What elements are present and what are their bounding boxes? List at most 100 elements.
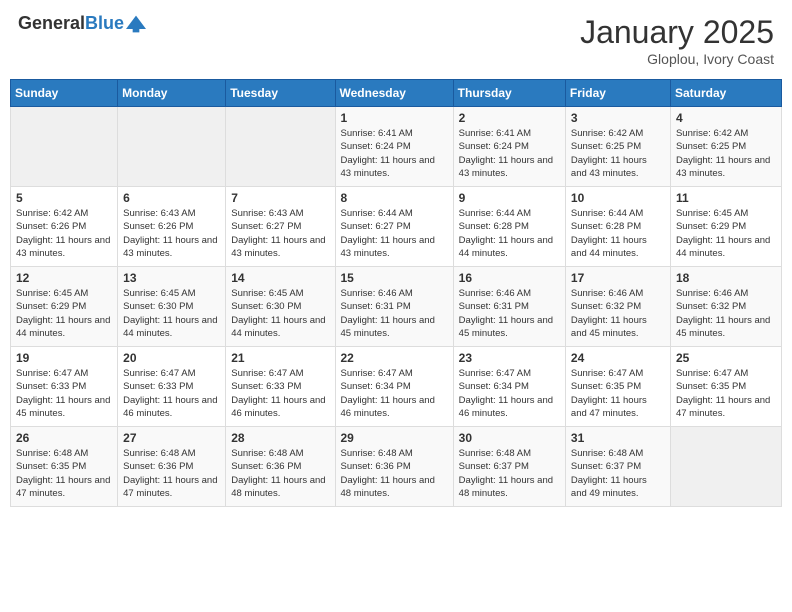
- day-info: Sunrise: 6:41 AMSunset: 6:24 PMDaylight:…: [341, 127, 448, 180]
- calendar-day-cell: 5 Sunrise: 6:42 AMSunset: 6:26 PMDayligh…: [11, 187, 118, 267]
- calendar-day-cell: 8 Sunrise: 6:44 AMSunset: 6:27 PMDayligh…: [335, 187, 453, 267]
- calendar-day-cell: 22 Sunrise: 6:47 AMSunset: 6:34 PMDaylig…: [335, 347, 453, 427]
- day-number: 3: [571, 111, 665, 125]
- calendar-day-cell: 28 Sunrise: 6:48 AMSunset: 6:36 PMDaylig…: [226, 427, 335, 507]
- day-info: Sunrise: 6:45 AMSunset: 6:30 PMDaylight:…: [123, 287, 220, 340]
- calendar-day-cell: 29 Sunrise: 6:48 AMSunset: 6:36 PMDaylig…: [335, 427, 453, 507]
- day-number: 7: [231, 191, 329, 205]
- calendar-day-cell: 30 Sunrise: 6:48 AMSunset: 6:37 PMDaylig…: [453, 427, 565, 507]
- day-number: 13: [123, 271, 220, 285]
- day-info: Sunrise: 6:47 AMSunset: 6:33 PMDaylight:…: [123, 367, 220, 420]
- day-number: 4: [676, 111, 776, 125]
- day-info: Sunrise: 6:47 AMSunset: 6:33 PMDaylight:…: [16, 367, 112, 420]
- day-info: Sunrise: 6:42 AMSunset: 6:25 PMDaylight:…: [676, 127, 776, 180]
- location: Gloplou, Ivory Coast: [580, 51, 774, 67]
- calendar-day-cell: 24 Sunrise: 6:47 AMSunset: 6:35 PMDaylig…: [565, 347, 670, 427]
- day-number: 27: [123, 431, 220, 445]
- calendar-day-cell: 11 Sunrise: 6:45 AMSunset: 6:29 PMDaylig…: [670, 187, 781, 267]
- calendar-table: SundayMondayTuesdayWednesdayThursdayFrid…: [10, 79, 782, 507]
- day-number: 26: [16, 431, 112, 445]
- day-info: Sunrise: 6:46 AMSunset: 6:31 PMDaylight:…: [459, 287, 560, 340]
- day-info: Sunrise: 6:45 AMSunset: 6:30 PMDaylight:…: [231, 287, 329, 340]
- calendar-week-row: 5 Sunrise: 6:42 AMSunset: 6:26 PMDayligh…: [11, 187, 782, 267]
- calendar-header-row: SundayMondayTuesdayWednesdayThursdayFrid…: [11, 80, 782, 107]
- day-info: Sunrise: 6:43 AMSunset: 6:26 PMDaylight:…: [123, 207, 220, 260]
- day-info: Sunrise: 6:43 AMSunset: 6:27 PMDaylight:…: [231, 207, 329, 260]
- day-info: Sunrise: 6:45 AMSunset: 6:29 PMDaylight:…: [676, 207, 776, 260]
- day-number: 29: [341, 431, 448, 445]
- day-info: Sunrise: 6:42 AMSunset: 6:26 PMDaylight:…: [16, 207, 112, 260]
- page-header: GeneralBlue January 2025 Gloplou, Ivory …: [10, 10, 782, 71]
- calendar-day-cell: [118, 107, 226, 187]
- calendar-day-cell: 19 Sunrise: 6:47 AMSunset: 6:33 PMDaylig…: [11, 347, 118, 427]
- day-number: 6: [123, 191, 220, 205]
- day-number: 19: [16, 351, 112, 365]
- day-number: 20: [123, 351, 220, 365]
- day-number: 22: [341, 351, 448, 365]
- weekday-header: Sunday: [11, 80, 118, 107]
- day-number: 18: [676, 271, 776, 285]
- day-info: Sunrise: 6:46 AMSunset: 6:32 PMDaylight:…: [571, 287, 665, 340]
- calendar-day-cell: [226, 107, 335, 187]
- calendar-day-cell: 6 Sunrise: 6:43 AMSunset: 6:26 PMDayligh…: [118, 187, 226, 267]
- day-number: 23: [459, 351, 560, 365]
- calendar-day-cell: 20 Sunrise: 6:47 AMSunset: 6:33 PMDaylig…: [118, 347, 226, 427]
- day-number: 24: [571, 351, 665, 365]
- day-number: 25: [676, 351, 776, 365]
- calendar-day-cell: 13 Sunrise: 6:45 AMSunset: 6:30 PMDaylig…: [118, 267, 226, 347]
- day-number: 10: [571, 191, 665, 205]
- logo-icon: [126, 14, 146, 34]
- calendar-day-cell: [11, 107, 118, 187]
- calendar-day-cell: 7 Sunrise: 6:43 AMSunset: 6:27 PMDayligh…: [226, 187, 335, 267]
- calendar-day-cell: 21 Sunrise: 6:47 AMSunset: 6:33 PMDaylig…: [226, 347, 335, 427]
- calendar-day-cell: 1 Sunrise: 6:41 AMSunset: 6:24 PMDayligh…: [335, 107, 453, 187]
- day-info: Sunrise: 6:44 AMSunset: 6:28 PMDaylight:…: [459, 207, 560, 260]
- day-number: 12: [16, 271, 112, 285]
- day-number: 17: [571, 271, 665, 285]
- calendar-day-cell: 27 Sunrise: 6:48 AMSunset: 6:36 PMDaylig…: [118, 427, 226, 507]
- day-number: 9: [459, 191, 560, 205]
- day-number: 30: [459, 431, 560, 445]
- day-number: 14: [231, 271, 329, 285]
- calendar-day-cell: 12 Sunrise: 6:45 AMSunset: 6:29 PMDaylig…: [11, 267, 118, 347]
- calendar-day-cell: 9 Sunrise: 6:44 AMSunset: 6:28 PMDayligh…: [453, 187, 565, 267]
- title-block: January 2025 Gloplou, Ivory Coast: [580, 14, 774, 67]
- calendar-week-row: 19 Sunrise: 6:47 AMSunset: 6:33 PMDaylig…: [11, 347, 782, 427]
- day-number: 11: [676, 191, 776, 205]
- day-info: Sunrise: 6:48 AMSunset: 6:36 PMDaylight:…: [123, 447, 220, 500]
- day-info: Sunrise: 6:42 AMSunset: 6:25 PMDaylight:…: [571, 127, 665, 180]
- calendar-day-cell: 4 Sunrise: 6:42 AMSunset: 6:25 PMDayligh…: [670, 107, 781, 187]
- day-number: 21: [231, 351, 329, 365]
- day-info: Sunrise: 6:47 AMSunset: 6:35 PMDaylight:…: [571, 367, 665, 420]
- calendar-day-cell: 14 Sunrise: 6:45 AMSunset: 6:30 PMDaylig…: [226, 267, 335, 347]
- month-title: January 2025: [580, 14, 774, 51]
- day-number: 1: [341, 111, 448, 125]
- calendar-day-cell: 25 Sunrise: 6:47 AMSunset: 6:35 PMDaylig…: [670, 347, 781, 427]
- weekday-header: Wednesday: [335, 80, 453, 107]
- day-info: Sunrise: 6:47 AMSunset: 6:34 PMDaylight:…: [459, 367, 560, 420]
- weekday-header: Friday: [565, 80, 670, 107]
- calendar-day-cell: 18 Sunrise: 6:46 AMSunset: 6:32 PMDaylig…: [670, 267, 781, 347]
- day-info: Sunrise: 6:47 AMSunset: 6:33 PMDaylight:…: [231, 367, 329, 420]
- day-info: Sunrise: 6:48 AMSunset: 6:35 PMDaylight:…: [16, 447, 112, 500]
- day-info: Sunrise: 6:48 AMSunset: 6:37 PMDaylight:…: [571, 447, 665, 500]
- day-number: 28: [231, 431, 329, 445]
- calendar-day-cell: 23 Sunrise: 6:47 AMSunset: 6:34 PMDaylig…: [453, 347, 565, 427]
- day-info: Sunrise: 6:44 AMSunset: 6:27 PMDaylight:…: [341, 207, 448, 260]
- day-number: 8: [341, 191, 448, 205]
- weekday-header: Tuesday: [226, 80, 335, 107]
- day-info: Sunrise: 6:47 AMSunset: 6:34 PMDaylight:…: [341, 367, 448, 420]
- calendar-day-cell: 16 Sunrise: 6:46 AMSunset: 6:31 PMDaylig…: [453, 267, 565, 347]
- logo-general: GeneralBlue: [18, 14, 124, 34]
- logo: GeneralBlue: [18, 14, 146, 34]
- calendar-week-row: 12 Sunrise: 6:45 AMSunset: 6:29 PMDaylig…: [11, 267, 782, 347]
- day-info: Sunrise: 6:46 AMSunset: 6:31 PMDaylight:…: [341, 287, 448, 340]
- calendar-day-cell: 15 Sunrise: 6:46 AMSunset: 6:31 PMDaylig…: [335, 267, 453, 347]
- day-info: Sunrise: 6:46 AMSunset: 6:32 PMDaylight:…: [676, 287, 776, 340]
- day-info: Sunrise: 6:48 AMSunset: 6:36 PMDaylight:…: [231, 447, 329, 500]
- calendar-day-cell: 10 Sunrise: 6:44 AMSunset: 6:28 PMDaylig…: [565, 187, 670, 267]
- weekday-header: Saturday: [670, 80, 781, 107]
- calendar-day-cell: 2 Sunrise: 6:41 AMSunset: 6:24 PMDayligh…: [453, 107, 565, 187]
- calendar-day-cell: 26 Sunrise: 6:48 AMSunset: 6:35 PMDaylig…: [11, 427, 118, 507]
- day-number: 31: [571, 431, 665, 445]
